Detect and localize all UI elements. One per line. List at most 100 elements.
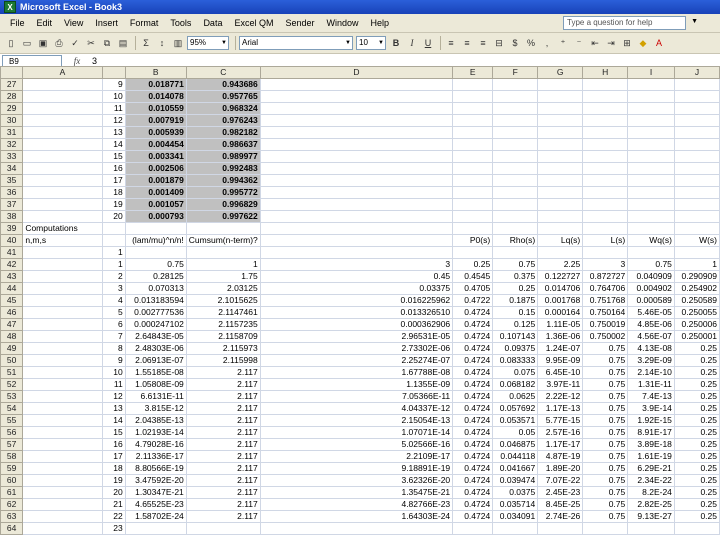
column-header-c[interactable]: C bbox=[185, 66, 261, 79]
sheet-cell[interactable]: 0.107143 bbox=[492, 330, 539, 343]
spell-check-icon[interactable]: ✓ bbox=[68, 36, 82, 50]
sheet-cell[interactable]: 3.97E-11 bbox=[537, 378, 584, 391]
sheet-cell[interactable] bbox=[537, 90, 584, 103]
sheet-cell[interactable]: 2.74E-26 bbox=[537, 510, 584, 523]
font-select[interactable]: Arial ▼ bbox=[239, 36, 353, 50]
sheet-cell[interactable]: 0.000793 bbox=[124, 210, 187, 223]
sheet-cell[interactable]: 0.070313 bbox=[124, 282, 187, 295]
sheet-cell[interactable]: 1.02193E-14 bbox=[124, 426, 187, 439]
row-header[interactable]: 63 bbox=[0, 510, 24, 523]
sheet-cell[interactable]: 8.2E-24 bbox=[627, 486, 675, 499]
sheet-cell[interactable] bbox=[22, 486, 103, 499]
menu-insert[interactable]: Insert bbox=[89, 18, 124, 28]
sheet-cell[interactable]: 2.1147461 bbox=[185, 306, 261, 319]
column-header-i[interactable]: I bbox=[627, 66, 675, 79]
sheet-cell[interactable]: 10 bbox=[101, 366, 126, 379]
comma-icon[interactable]: , bbox=[540, 36, 554, 50]
sheet-cell[interactable]: 0.992483 bbox=[185, 162, 261, 175]
sheet-cell[interactable]: 15 bbox=[101, 426, 126, 439]
sheet-cell[interactable] bbox=[22, 198, 103, 211]
sheet-cell[interactable] bbox=[627, 150, 675, 163]
sheet-cell[interactable]: 0.982182 bbox=[185, 126, 261, 139]
sheet-cell[interactable] bbox=[185, 522, 261, 535]
sheet-cell[interactable]: 0.057692 bbox=[492, 402, 539, 415]
formula-input[interactable]: 3 bbox=[92, 56, 97, 66]
row-header[interactable]: 46 bbox=[0, 306, 24, 319]
sheet-cell[interactable] bbox=[673, 78, 720, 91]
sheet-cell[interactable] bbox=[673, 114, 720, 127]
sheet-cell[interactable] bbox=[627, 90, 675, 103]
sheet-cell[interactable]: 4.87E-19 bbox=[537, 450, 584, 463]
sheet-cell[interactable]: 2.115998 bbox=[185, 354, 261, 367]
sheet-cell[interactable]: 0.25 bbox=[673, 462, 720, 475]
sheet-cell[interactable]: 1.55185E-08 bbox=[124, 366, 187, 379]
column-header-b[interactable]: B bbox=[124, 66, 187, 79]
sheet-cell[interactable]: 0.943686 bbox=[185, 78, 261, 91]
sheet-cell[interactable] bbox=[22, 162, 103, 175]
sheet-cell[interactable]: 0.1875 bbox=[492, 294, 539, 307]
sheet-cell[interactable] bbox=[582, 90, 629, 103]
row-header[interactable]: 55 bbox=[0, 414, 24, 427]
sheet-cell[interactable]: 2.2109E-17 bbox=[259, 450, 454, 463]
sheet-cell[interactable]: 0.995772 bbox=[185, 186, 261, 199]
sheet-cell[interactable]: 14 bbox=[101, 414, 126, 427]
sheet-cell[interactable] bbox=[22, 150, 103, 163]
sheet-cell[interactable] bbox=[673, 186, 720, 199]
sheet-cell[interactable]: 1 bbox=[101, 246, 126, 259]
sheet-cell[interactable]: 2.96531E-05 bbox=[259, 330, 454, 343]
sheet-cell[interactable]: 0.125 bbox=[492, 318, 539, 331]
sheet-cell[interactable] bbox=[582, 138, 629, 151]
sheet-cell[interactable]: 11 bbox=[101, 378, 126, 391]
sheet-cell[interactable]: 6 bbox=[101, 318, 126, 331]
sheet-cell[interactable]: 13 bbox=[101, 402, 126, 415]
sheet-cell[interactable]: 2.15054E-13 bbox=[259, 414, 454, 427]
sheet-cell[interactable] bbox=[537, 174, 584, 187]
sheet-cell[interactable] bbox=[452, 222, 494, 235]
sheet-cell[interactable]: 19 bbox=[101, 474, 126, 487]
row-header[interactable]: 45 bbox=[0, 294, 24, 307]
sheet-cell[interactable]: Lq(s) bbox=[537, 234, 584, 247]
sheet-cell[interactable]: 2.1015625 bbox=[185, 294, 261, 307]
sheet-cell[interactable]: 0.75 bbox=[582, 474, 629, 487]
sheet-cell[interactable]: 0.05 bbox=[492, 426, 539, 439]
sheet-cell[interactable]: 0.25 bbox=[673, 402, 720, 415]
sheet-cell[interactable] bbox=[673, 522, 720, 535]
autosum-icon[interactable]: Σ bbox=[139, 36, 153, 50]
sheet-cell[interactable] bbox=[22, 78, 103, 91]
sheet-cell[interactable] bbox=[492, 126, 539, 139]
sheet-cell[interactable]: 0.75 bbox=[582, 378, 629, 391]
sheet-cell[interactable]: 22 bbox=[101, 510, 126, 523]
sheet-cell[interactable]: 0.003341 bbox=[124, 150, 187, 163]
sheet-cell[interactable] bbox=[537, 210, 584, 223]
sheet-cell[interactable]: 1.92E-15 bbox=[627, 414, 675, 427]
sheet-cell[interactable] bbox=[259, 186, 454, 199]
sheet-cell[interactable]: L(s) bbox=[582, 234, 629, 247]
decrease-decimal-icon[interactable]: ⁻ bbox=[572, 36, 586, 50]
sheet-cell[interactable] bbox=[582, 210, 629, 223]
sheet-cell[interactable]: 0.4724 bbox=[452, 342, 494, 355]
sheet-cell[interactable]: 2.117 bbox=[185, 510, 261, 523]
sheet-cell[interactable] bbox=[627, 222, 675, 235]
sheet-cell[interactable] bbox=[627, 210, 675, 223]
sheet-cell[interactable]: 0.996829 bbox=[185, 198, 261, 211]
sheet-cell[interactable] bbox=[22, 270, 103, 283]
sheet-cell[interactable]: 2.117 bbox=[185, 498, 261, 511]
underline-icon[interactable]: U bbox=[421, 36, 435, 50]
sheet-cell[interactable]: 0.014706 bbox=[537, 282, 584, 295]
sheet-cell[interactable]: 1.89E-20 bbox=[537, 462, 584, 475]
sheet-cell[interactable] bbox=[22, 294, 103, 307]
sheet-cell[interactable] bbox=[582, 150, 629, 163]
chart-icon[interactable]: ▥ bbox=[171, 36, 185, 50]
row-header[interactable]: 53 bbox=[0, 390, 24, 403]
row-header[interactable]: 52 bbox=[0, 378, 24, 391]
sheet-cell[interactable]: 0.4724 bbox=[452, 450, 494, 463]
sheet-cell[interactable] bbox=[673, 222, 720, 235]
row-header[interactable]: 44 bbox=[0, 282, 24, 295]
sheet-cell[interactable]: W(s) bbox=[673, 234, 720, 247]
sheet-cell[interactable]: 0.254902 bbox=[673, 282, 720, 295]
sheet-cell[interactable]: 2.117 bbox=[185, 438, 261, 451]
sheet-cell[interactable]: 0.75 bbox=[627, 258, 675, 271]
sheet-cell[interactable]: 2.25274E-07 bbox=[259, 354, 454, 367]
sheet-cell[interactable] bbox=[22, 330, 103, 343]
sheet-cell[interactable]: 7.07E-22 bbox=[537, 474, 584, 487]
